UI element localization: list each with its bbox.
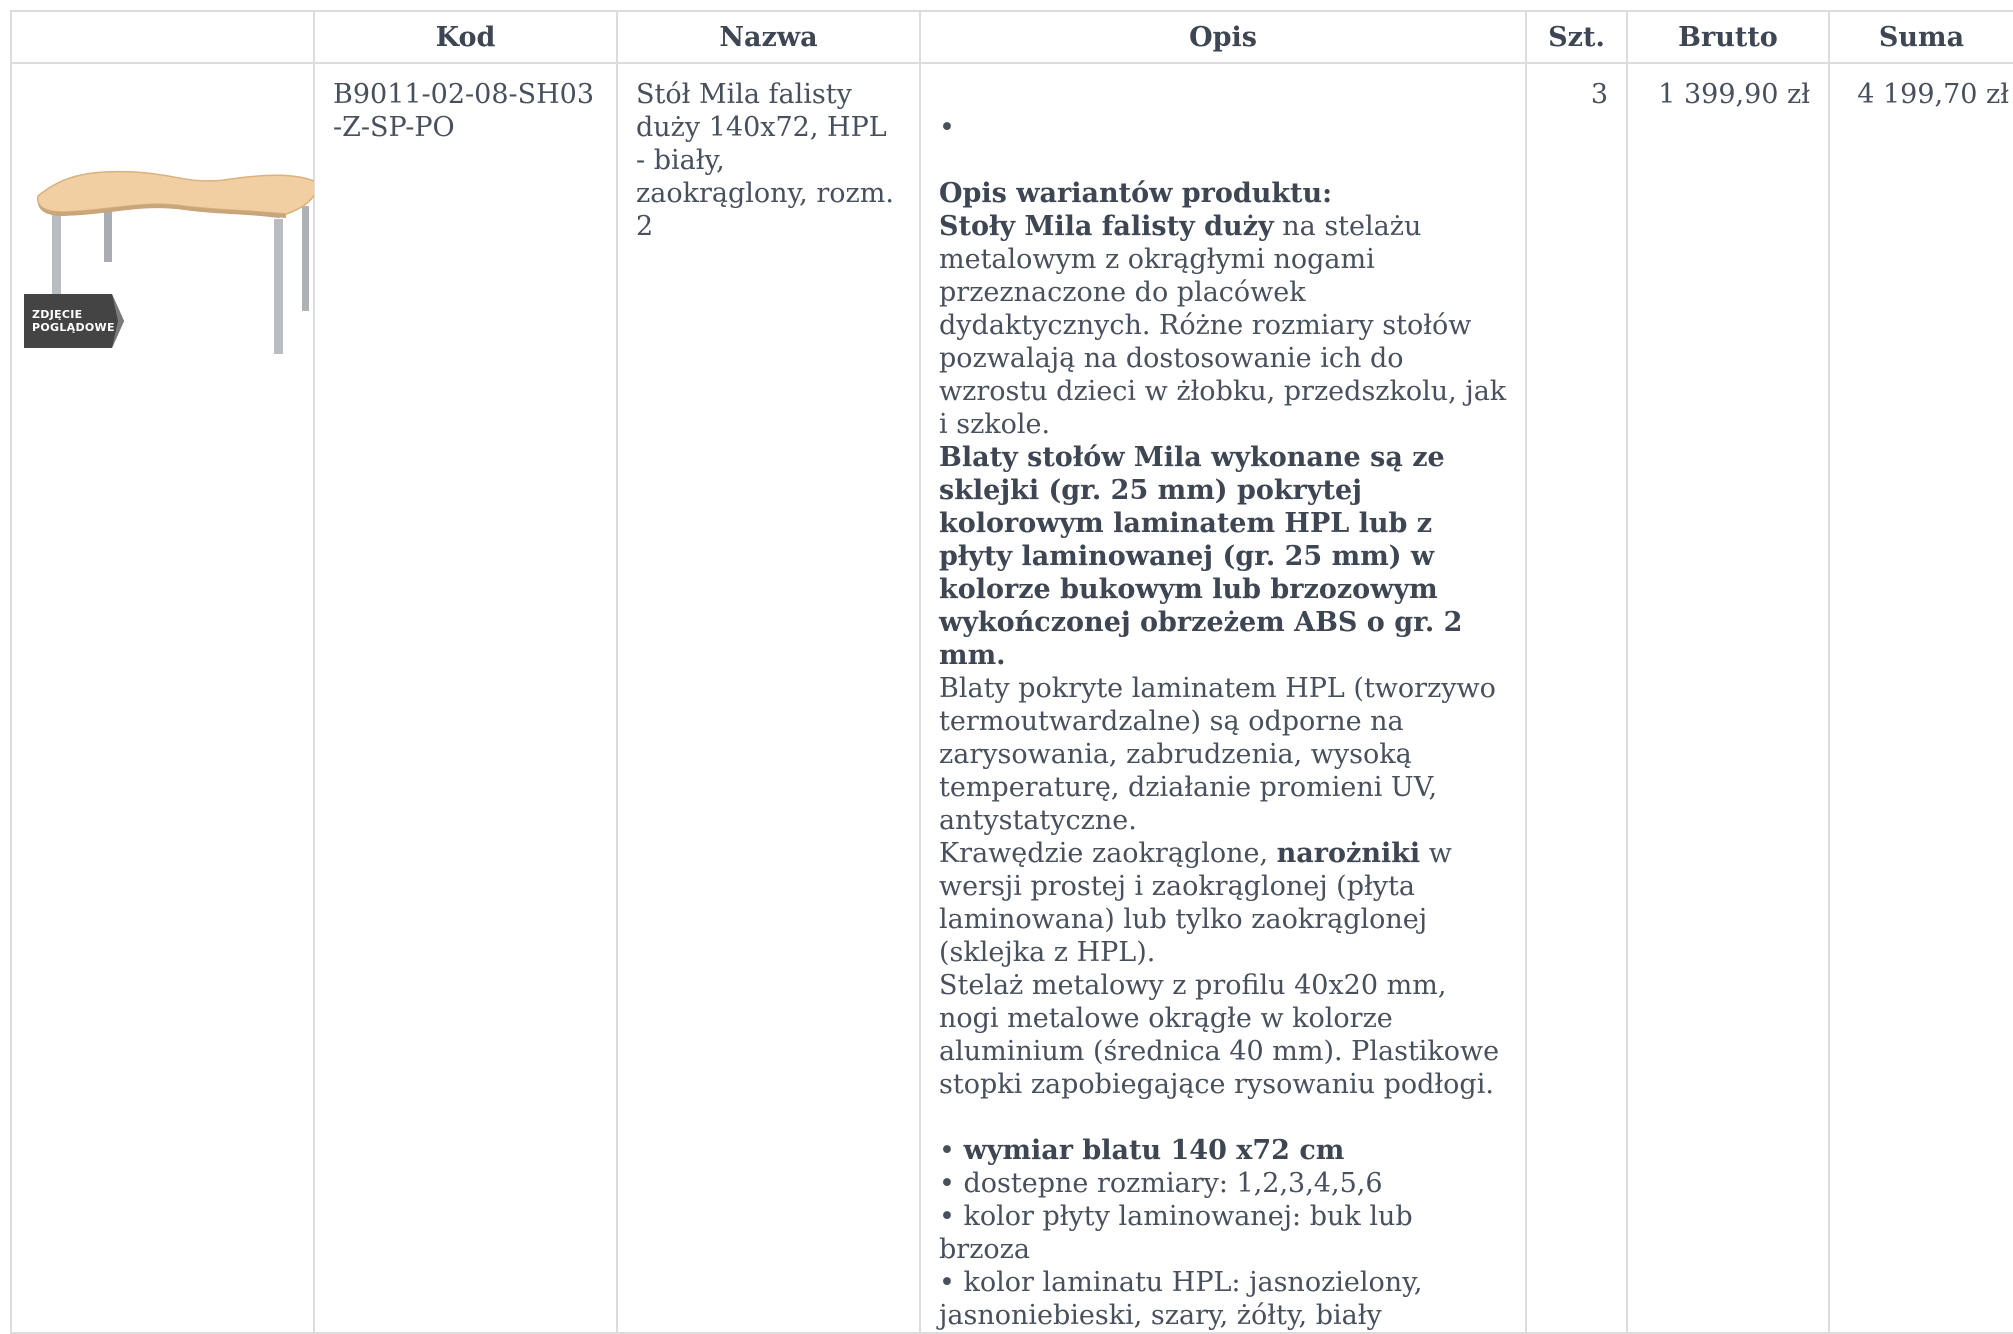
badge-line-1: ZDJĘCIE xyxy=(32,308,83,321)
description-empty-bullet: • xyxy=(939,112,955,143)
bullet-symbol: • xyxy=(939,1135,964,1166)
order-table-wrapper: Kod Nazwa Opis Szt. Brutto Suma ZDJĘCIE … xyxy=(10,10,2013,1334)
variants-heading: Opis wariantów produktu: xyxy=(939,178,1333,209)
intro-text: na stelażu metalowym z okrągłymi nogami … xyxy=(939,211,1507,440)
tabletop-material-text: Blaty stołów Mila wykonane są ze sklejki… xyxy=(939,442,1463,671)
product-image-cell: ZDJĘCIE POGLĄDOWE xyxy=(10,62,315,1334)
header-qty: Szt. xyxy=(1525,10,1628,64)
product-code: B9011-02-08-SH03-Z-SP-PO xyxy=(313,62,618,1334)
bullet-hpl-color: • kolor laminatu HPL: jasnozielony, jasn… xyxy=(939,1267,1423,1331)
product-description: • Opis wariantów produktu: Stoły Mila fa… xyxy=(919,62,1527,1334)
product-thumbnail[interactable] xyxy=(24,114,314,394)
bullet-laminate-color: • kolor płyty laminowanej: buk lub brzoz… xyxy=(939,1201,1413,1265)
badge-line-2: POGLĄDOWE xyxy=(32,321,115,334)
preview-photo-badge-text: ZDJĘCIE POGLĄDOWE xyxy=(32,308,115,334)
table-header-row: Kod Nazwa Opis Szt. Brutto Suma xyxy=(10,10,2013,64)
edges-pre: Krawędzie zaokrąglone, xyxy=(939,838,1277,869)
bullet-sizes: • dostepne rozmiary: 1,2,3,4,5,6 xyxy=(939,1168,1383,1199)
bullet-size: • wymiar blatu 140 x72 cm xyxy=(939,1134,1507,1167)
frame-text: Stelaż metalowy z profilu 40x20 mm, nogi… xyxy=(939,970,1500,1100)
product-table: Kod Nazwa Opis Szt. Brutto Suma ZDJĘCIE … xyxy=(10,10,2013,1334)
bullet-size-bold: wymiar blatu 140 x72 cm xyxy=(963,1135,1345,1166)
product-gross-price: 1 399,90 zł xyxy=(1626,62,1830,1334)
table-row: ZDJĘCIE POGLĄDOWE B9011-02-08-SH03-Z-SP-… xyxy=(10,62,2013,1334)
product-qty: 3 xyxy=(1525,62,1628,1334)
edges-text: Krawędzie zaokrąglone, narożniki w wersj… xyxy=(939,837,1507,969)
header-name: Nazwa xyxy=(616,10,921,64)
header-description: Opis xyxy=(919,10,1527,64)
intro-bold: Stoły Mila falisty duży xyxy=(939,211,1274,242)
header-total: Suma xyxy=(1828,10,2013,64)
description-intro: Stoły Mila falisty duży na stelażu metal… xyxy=(939,210,1507,441)
product-name: Stół Mila falisty duży 140x72, HPL - bia… xyxy=(616,62,921,1334)
hpl-properties-text: Blaty pokryte laminatem HPL (tworzywo te… xyxy=(939,673,1496,836)
header-image xyxy=(10,10,315,64)
edges-bold: narożniki xyxy=(1276,838,1421,869)
header-gross: Brutto xyxy=(1626,10,1830,64)
header-code: Kod xyxy=(313,10,618,64)
product-total-price: 4 199,70 zł xyxy=(1828,62,2013,1334)
